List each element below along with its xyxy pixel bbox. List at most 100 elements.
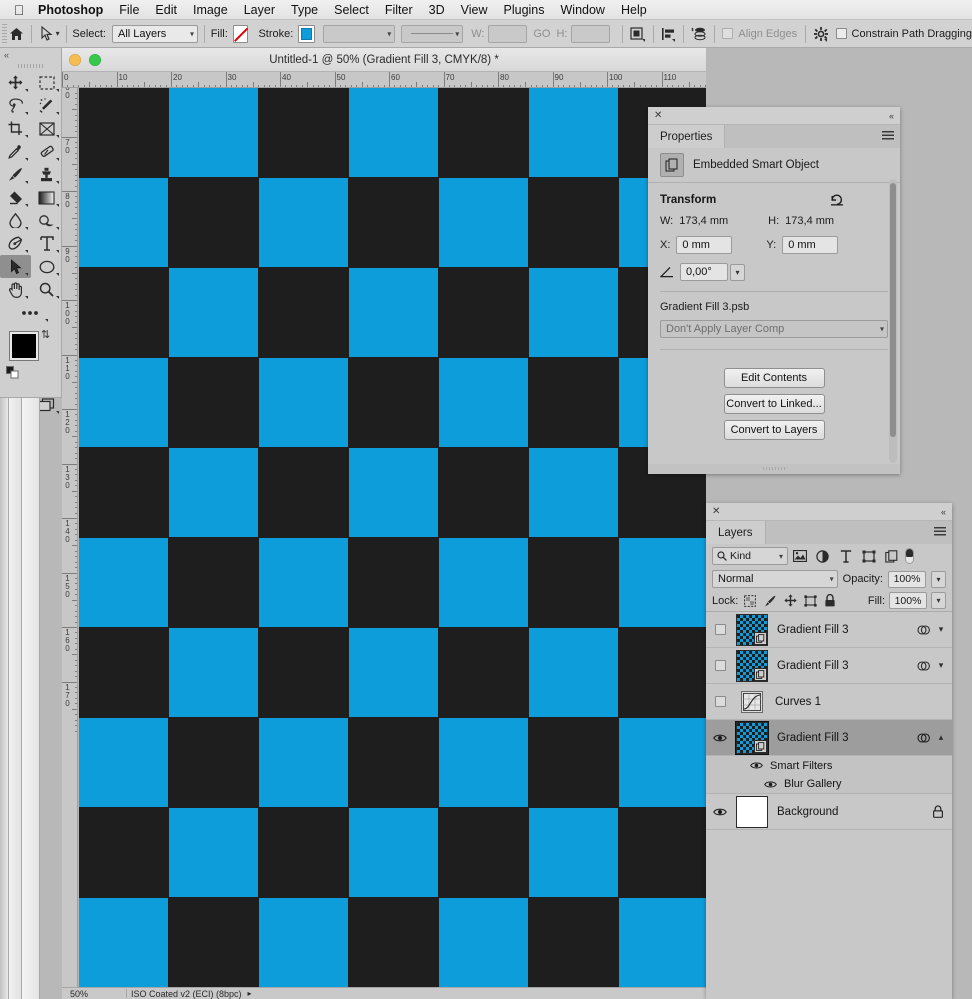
align-edges-checkbox-row[interactable]: Align Edges	[722, 28, 797, 40]
rectangular-marquee-tool[interactable]	[31, 71, 62, 94]
type-tool[interactable]	[31, 232, 62, 255]
gradient-tool[interactable]	[31, 186, 62, 209]
lock-all-icon[interactable]	[822, 593, 838, 609]
filter-toggle-icon[interactable]	[903, 546, 916, 566]
opacity-stepper[interactable]: ▾	[931, 570, 946, 588]
dodge-tool[interactable]	[31, 209, 62, 232]
menu-item-file[interactable]: File	[111, 1, 147, 19]
lock-artboard-icon[interactable]	[802, 593, 818, 609]
layers-panel-titlebar[interactable]: ✕ «	[706, 503, 952, 521]
layer-thumbnail[interactable]	[736, 649, 768, 682]
chevron-down-icon[interactable]: ▾	[936, 660, 946, 671]
frame-tool[interactable]	[31, 117, 62, 140]
gear-icon[interactable]	[812, 23, 830, 45]
path-alignment-icon[interactable]	[659, 23, 677, 45]
close-icon[interactable]: ✕	[712, 506, 720, 517]
path-selection-tool-icon[interactable]	[38, 23, 56, 45]
healing-brush-tool[interactable]	[31, 140, 62, 163]
document-title-bar[interactable]: Untitled-1 @ 50% (Gradient Fill 3, CMYK/…	[62, 48, 706, 72]
blur-tool[interactable]	[0, 209, 31, 232]
layer-thumbnail[interactable]	[736, 613, 768, 646]
menu-item-type[interactable]: Type	[283, 1, 326, 19]
pen-tool[interactable]	[0, 232, 31, 255]
swap-colors-icon[interactable]: ⇅	[41, 328, 50, 341]
layer-visibility-toggle[interactable]	[706, 624, 734, 635]
collapse-panel-icon[interactable]: «	[0, 48, 61, 61]
default-colors-icon[interactable]	[6, 366, 19, 379]
properties-panel-titlebar[interactable]: ✕ «	[648, 107, 900, 125]
height-input[interactable]	[571, 24, 611, 43]
menu-item-help[interactable]: Help	[613, 1, 655, 19]
foreground-color-swatch[interactable]	[10, 332, 38, 360]
layer-effects-icon[interactable]	[916, 622, 932, 638]
chevron-down-icon[interactable]: ▾	[936, 624, 946, 635]
layer-visibility-toggle[interactable]	[706, 807, 734, 817]
constrain-path-dragging-checkbox[interactable]	[835, 28, 847, 39]
filter-kind-dropdown[interactable]: Kind ▾	[712, 547, 788, 565]
clone-stamp-tool[interactable]	[31, 163, 62, 186]
menu-item-plugins[interactable]: Plugins	[496, 1, 553, 19]
convert-to-layers-button[interactable]: Convert to Layers	[723, 420, 825, 440]
panel-menu-icon[interactable]	[882, 131, 894, 141]
pixel-filter-icon[interactable]	[788, 546, 811, 566]
chevron-right-icon[interactable]: ▸	[248, 989, 252, 998]
menu-item-view[interactable]: View	[453, 1, 496, 19]
menu-item-filter[interactable]: Filter	[377, 1, 421, 19]
canvas-area[interactable]	[79, 88, 706, 999]
smart-filter-item[interactable]: Blur Gallery	[706, 775, 952, 794]
angle-input[interactable]: 0,00°	[680, 263, 728, 281]
blend-mode-dropdown[interactable]: Normal ▾	[712, 570, 838, 588]
layer-thumbnail[interactable]	[736, 795, 768, 828]
chevron-down-icon[interactable]: ▾	[730, 263, 745, 281]
table-row[interactable]: Gradient Fill 3 ▾	[706, 648, 952, 684]
stroke-width-field[interactable]: ▾	[323, 24, 396, 43]
opacity-value[interactable]: 100%	[888, 570, 926, 588]
select-layers-select[interactable]: All Layers	[112, 24, 198, 43]
properties-scrollbar[interactable]	[889, 179, 897, 463]
collapse-icon[interactable]: «	[941, 507, 946, 517]
layer-name[interactable]: Gradient Fill 3	[768, 732, 916, 744]
width-input[interactable]	[488, 24, 528, 43]
blend-mode-value[interactable]: Normal	[712, 570, 838, 588]
fill-swatch[interactable]	[232, 24, 249, 43]
ellipse-tool[interactable]	[31, 255, 62, 278]
chevron-up-icon[interactable]: ▴	[936, 732, 946, 743]
table-row[interactable]: Gradient Fill 3 ▾	[706, 612, 952, 648]
menu-item-3d[interactable]: 3D	[421, 1, 453, 19]
crop-tool[interactable]	[0, 117, 31, 140]
eraser-tool[interactable]	[0, 186, 31, 209]
lock-image-icon[interactable]	[762, 593, 778, 609]
select-layers-dropdown[interactable]: All Layers ▾	[112, 24, 198, 43]
type-filter-icon[interactable]	[834, 546, 857, 566]
y-input[interactable]: 0 mm	[782, 236, 839, 254]
fill-stepper[interactable]: ▾	[931, 592, 946, 609]
stroke-width-value[interactable]	[323, 24, 396, 43]
vertical-ruler[interactable]: 60 70 80 90 100 110 120 130 140 150 160 170	[62, 88, 78, 999]
stroke-style-preview[interactable]	[401, 24, 464, 43]
edit-contents-button[interactable]: Edit Contents	[723, 368, 825, 388]
smart-filters-row[interactable]: Smart Filters	[706, 756, 952, 775]
table-row[interactable]: Background	[706, 794, 952, 830]
shape-filter-icon[interactable]	[857, 546, 880, 566]
options-bar-grip[interactable]	[2, 23, 8, 44]
x-input[interactable]: 0 mm	[676, 236, 733, 254]
menu-item-edit[interactable]: Edit	[147, 1, 185, 19]
eye-icon[interactable]	[750, 761, 763, 770]
stroke-style-dropdown[interactable]: ▾	[401, 24, 464, 43]
edit-toolbar-tool[interactable]	[0, 301, 62, 324]
layer-visibility-toggle[interactable]	[706, 696, 734, 707]
apple-logo-icon[interactable]: 	[8, 2, 30, 18]
layer-thumbnail[interactable]	[741, 690, 763, 713]
constrain-path-dragging-row[interactable]: Constrain Path Dragging	[835, 28, 972, 40]
eyedropper-tool[interactable]	[0, 140, 31, 163]
panel-menu-icon[interactable]	[934, 527, 946, 537]
path-operations-icon[interactable]	[629, 23, 647, 45]
hand-tool[interactable]	[0, 278, 31, 301]
layer-effects-icon[interactable]	[916, 730, 932, 746]
layer-visibility-toggle[interactable]	[706, 733, 734, 743]
tools-panel-grip[interactable]	[0, 61, 61, 71]
adjustment-filter-icon[interactable]	[811, 546, 834, 566]
tool-preset-caret-icon[interactable]: ▾	[56, 29, 60, 38]
eye-icon[interactable]	[764, 780, 777, 789]
properties-panel-footer[interactable]	[648, 464, 900, 474]
